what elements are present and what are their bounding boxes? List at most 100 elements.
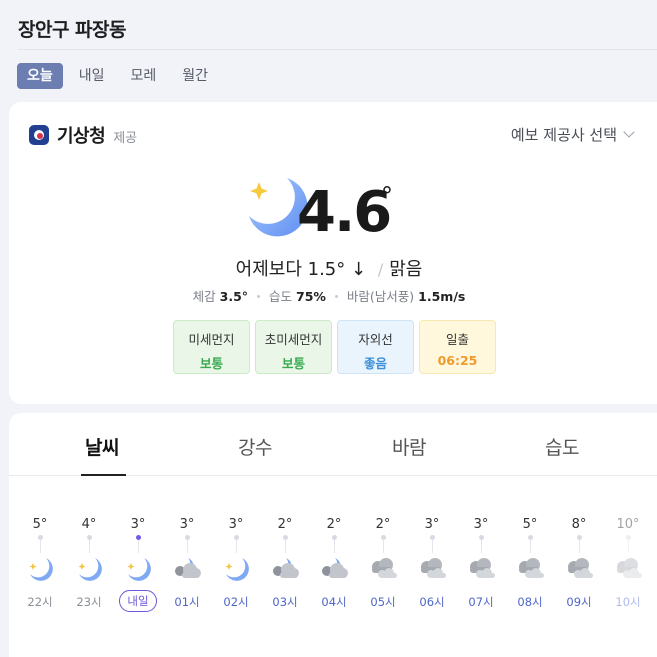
hourly-item: 3° 07시 <box>459 517 503 610</box>
hourly-temp: 2° <box>277 517 293 532</box>
ultrafine-dust-badge[interactable]: 초미세먼지 보통 <box>255 320 332 374</box>
hourly-temp: 3° <box>228 517 244 532</box>
sunrise-badge[interactable]: 일출 06:25 <box>419 320 496 374</box>
temp-point <box>429 535 435 540</box>
temp-point <box>37 535 43 540</box>
cloudy-icon <box>568 558 593 578</box>
provider-info: 기상청 제공 <box>29 122 137 148</box>
hourly-forecast-list: 5° 22시 4° 23시 3° 내일 3° 01시 3° 02시 2° 03시 2° 04시 2° 05시 3… <box>9 413 657 657</box>
hourly-forecast-card: 날씨 강수 바람 습도 5° 22시 4° 23시 3° 내일 3° 01시 3° 02시 2° 03… <box>9 413 657 657</box>
temp-point <box>478 535 484 540</box>
temp-point <box>282 535 288 540</box>
day-tabs: 오늘 내일 모레 월간 <box>17 63 224 89</box>
tab-monthly[interactable]: 월간 <box>172 63 218 89</box>
hourly-temp: 5° <box>522 517 538 532</box>
temp-line <box>186 540 188 553</box>
temp-point <box>184 535 190 540</box>
wind-label: 바람(남서풍) <box>346 289 415 304</box>
cloudy-icon <box>421 558 446 578</box>
moon-cloud-icon <box>175 558 201 578</box>
provider-suffix: 제공 <box>113 130 138 146</box>
hourly-item: 3° 02시 <box>214 517 258 610</box>
cloudy-icon <box>617 558 642 578</box>
hourly-item: 10° 10시 <box>606 517 650 610</box>
tab-today[interactable]: 오늘 <box>17 63 63 89</box>
hour-label: 08시 <box>517 595 543 609</box>
temp-point <box>331 535 337 540</box>
cloudy-icon <box>519 558 544 578</box>
uv-badge[interactable]: 자외선 좋음 <box>337 320 414 374</box>
crescent-moon-star-icon <box>127 558 151 581</box>
hour-label: 22시 <box>27 595 53 609</box>
provider-name: 기상청 <box>57 126 106 147</box>
temp-line <box>235 540 237 553</box>
chevron-down-icon <box>623 126 635 138</box>
wind-value: 1.5m/s <box>418 289 466 304</box>
provider-select-label: 예보 제공사 선택 <box>510 126 617 144</box>
cloudy-icon <box>372 558 397 578</box>
down-arrow-icon: ↓ <box>351 259 367 280</box>
hourly-temp: 2° <box>326 517 342 532</box>
hourly-temp: 3° <box>130 517 146 532</box>
detail-separator <box>334 295 338 298</box>
hourly-temp: 3° <box>424 517 440 532</box>
hourly-item: 2° 04시 <box>312 517 356 610</box>
detail-separator <box>257 295 261 298</box>
hourly-item: 4° 23시 <box>67 517 111 610</box>
current-temperature: 4.6 <box>297 180 392 245</box>
hourly-item: 2° 05시 <box>361 517 405 610</box>
hourly-item: 2° 03시 <box>263 517 307 610</box>
temp-line <box>137 540 139 553</box>
badge-value: 06:25 <box>437 353 478 368</box>
temp-point <box>86 535 92 540</box>
moon-cloud-icon <box>273 558 299 578</box>
weather-details: 체감 3.5° 습도 75% 바람(남서풍) 1.5m/s <box>9 286 649 305</box>
tab-day-after[interactable]: 모레 <box>121 63 167 89</box>
hour-label: 03시 <box>272 595 298 609</box>
temp-line <box>529 540 531 553</box>
feels-like-label: 체감 <box>192 289 216 304</box>
temp-point <box>135 535 141 540</box>
fine-dust-badge[interactable]: 미세먼지 보통 <box>173 320 250 374</box>
badge-label: 초미세먼지 <box>264 332 323 347</box>
hour-label: 10시 <box>615 595 641 609</box>
hourly-item: 3° 내일 <box>116 517 160 612</box>
compare-value: 1.5° <box>307 259 346 280</box>
provider-select[interactable]: 예보 제공사 선택 <box>510 124 635 145</box>
summary-separator: / <box>377 260 384 279</box>
temp-line <box>333 540 335 553</box>
hourly-item: 3° 06시 <box>410 517 454 610</box>
badge-value: 보통 <box>281 356 305 371</box>
location-title: 장안구 파장동 <box>18 19 127 41</box>
temp-line <box>382 540 384 553</box>
hour-label: 07시 <box>468 595 494 609</box>
hour-label: 04시 <box>321 595 347 609</box>
badge-value: 보통 <box>199 356 223 371</box>
hour-label: 02시 <box>223 595 249 609</box>
temp-point <box>527 535 533 540</box>
hourly-temp: 3° <box>473 517 489 532</box>
badge-label: 자외선 <box>358 332 393 347</box>
tab-tomorrow[interactable]: 내일 <box>69 63 115 89</box>
current-weather-card: 기상청 제공 예보 제공사 선택 4.6 ° 어제보다 1.5° ↓ / 맑음 체… <box>9 102 657 404</box>
temp-line <box>88 540 90 553</box>
hourly-temp: 3° <box>179 517 195 532</box>
humidity-value: 75% <box>296 289 326 304</box>
badge-value: 좋음 <box>363 356 387 371</box>
air-quality-badges: 미세먼지 보통 초미세먼지 보통 자외선 좋음 일출 06:25 <box>173 320 501 374</box>
temp-line <box>627 540 629 553</box>
degree-symbol: ° <box>381 182 393 210</box>
temp-line <box>578 540 580 553</box>
moon-cloud-icon <box>322 558 348 578</box>
compare-label: 어제보다 <box>235 259 302 280</box>
hourly-item: 5° 22시 <box>18 517 62 610</box>
hour-label: 05시 <box>370 595 396 609</box>
weather-condition: 맑음 <box>389 259 423 280</box>
badge-label: 일출 <box>445 332 469 347</box>
hourly-item: 5° 08시 <box>508 517 552 610</box>
tomorrow-marker[interactable]: 내일 <box>119 590 157 612</box>
kma-logo-icon <box>29 125 49 145</box>
temp-line <box>480 540 482 553</box>
hourly-temp: 5° <box>32 517 48 532</box>
hourly-item: 3° 01시 <box>165 517 209 610</box>
